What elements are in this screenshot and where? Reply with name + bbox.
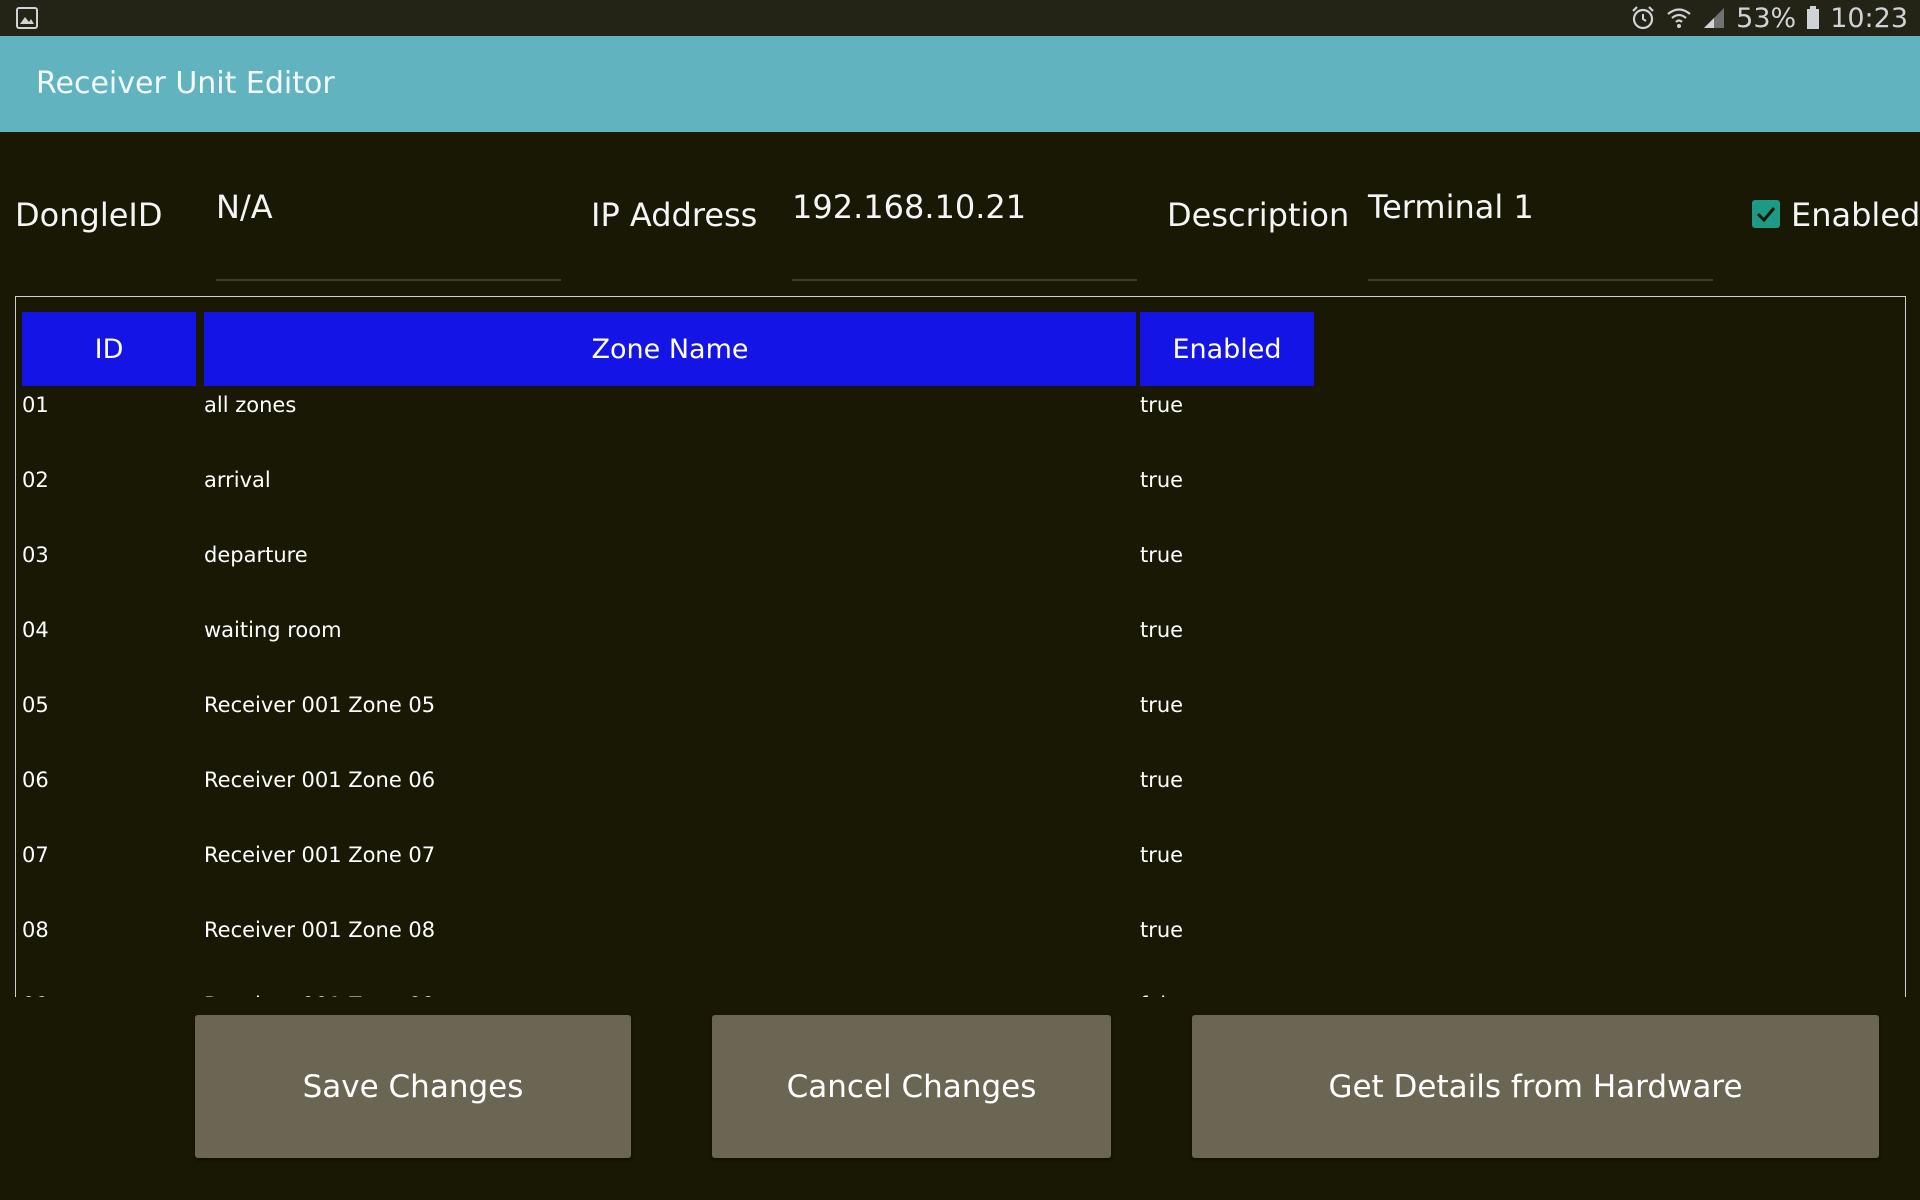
enabled-checkbox[interactable]	[1752, 200, 1782, 230]
clock: 10:23	[1830, 2, 1908, 34]
dongle-id-field[interactable]: N/A	[216, 188, 560, 228]
table-row[interactable]: 02 arrival true	[16, 468, 1905, 543]
column-header-id[interactable]: ID	[22, 312, 196, 386]
cell-zone-name: departure	[204, 543, 308, 567]
alarm-icon	[1630, 5, 1656, 31]
ip-address-field[interactable]: 192.168.10.21	[792, 188, 1136, 228]
cell-zone-name: waiting room	[204, 618, 342, 642]
app-screen: 53% 10:23 Receiver Unit Editor DongleID …	[0, 0, 1920, 1200]
cell-enabled: false	[1140, 993, 1190, 997]
cell-id: 03	[22, 543, 49, 567]
ip-address-label: IP Address	[591, 196, 758, 234]
cell-id: 01	[22, 393, 49, 417]
cell-id: 05	[22, 693, 49, 717]
cell-zone-name: Receiver 001 Zone 08	[204, 918, 436, 942]
cell-enabled: true	[1140, 918, 1184, 942]
table-row[interactable]: 01 all zones true	[16, 393, 1905, 468]
status-icons: 53% 10:23	[1630, 0, 1908, 36]
cell-enabled: true	[1140, 618, 1184, 642]
cell-zone-name: Receiver 001 Zone 09	[204, 993, 435, 997]
cell-id: 02	[22, 468, 49, 492]
cell-enabled: true	[1140, 843, 1184, 867]
description-underline	[1368, 279, 1713, 281]
battery-icon	[1806, 6, 1820, 30]
cell-enabled: true	[1140, 468, 1184, 492]
cell-enabled: true	[1140, 543, 1184, 567]
cell-id: 08	[22, 918, 49, 942]
signal-icon	[1702, 6, 1726, 30]
gallery-icon	[16, 7, 38, 33]
cell-enabled: true	[1140, 693, 1184, 717]
page-title: Receiver Unit Editor	[36, 66, 335, 101]
status-bar: 53% 10:23	[0, 0, 1920, 36]
cell-zone-name: all zones	[204, 393, 297, 417]
enabled-checkbox-label[interactable]: Enabled	[1791, 196, 1920, 234]
cell-id: 07	[22, 843, 49, 867]
table-row[interactable]: 08 Receiver 001 Zone 08 true	[16, 918, 1905, 993]
ip-address-underline	[792, 279, 1137, 281]
cancel-changes-button[interactable]: Cancel Changes	[712, 1015, 1111, 1158]
column-header-enabled[interactable]: Enabled	[1140, 312, 1314, 386]
cell-zone-name: Receiver 001 Zone 05	[204, 693, 436, 717]
app-bar: Receiver Unit Editor	[0, 36, 1920, 132]
get-details-from-hardware-button[interactable]: Get Details from Hardware	[1192, 1015, 1879, 1158]
table-row[interactable]: 09 Receiver 001 Zone 09 false	[16, 993, 1905, 997]
dongle-id-underline	[216, 279, 561, 281]
cell-zone-name: Receiver 001 Zone 06	[204, 768, 436, 792]
cell-zone-name: Receiver 001 Zone 07	[204, 843, 436, 867]
table-row[interactable]: 03 departure true	[16, 543, 1905, 618]
cell-id: 04	[22, 618, 49, 642]
cell-zone-name: arrival	[204, 468, 271, 492]
column-header-zone-name[interactable]: Zone Name	[204, 312, 1136, 386]
cell-enabled: true	[1140, 393, 1184, 417]
checkmark-icon	[1752, 200, 1780, 228]
wifi-icon	[1666, 5, 1692, 31]
table-row[interactable]: 04 waiting room true	[16, 618, 1905, 693]
description-field[interactable]: Terminal 1	[1368, 188, 1712, 228]
zones-table[interactable]: ID Zone Name Enabled 01 all zones true 02 ar…	[15, 296, 1906, 997]
cell-id: 09	[22, 993, 49, 997]
cell-enabled: true	[1140, 768, 1184, 792]
table-row[interactable]: 05 Receiver 001 Zone 05 true	[16, 693, 1905, 768]
table-row[interactable]: 07 Receiver 001 Zone 07 true	[16, 843, 1905, 918]
table-row[interactable]: 06 Receiver 001 Zone 06 true	[16, 768, 1905, 843]
description-label: Description	[1167, 196, 1350, 234]
cell-id: 06	[22, 768, 49, 792]
dongle-id-label: DongleID	[15, 196, 163, 234]
save-changes-button[interactable]: Save Changes	[195, 1015, 631, 1158]
battery-percent: 53%	[1736, 2, 1797, 34]
